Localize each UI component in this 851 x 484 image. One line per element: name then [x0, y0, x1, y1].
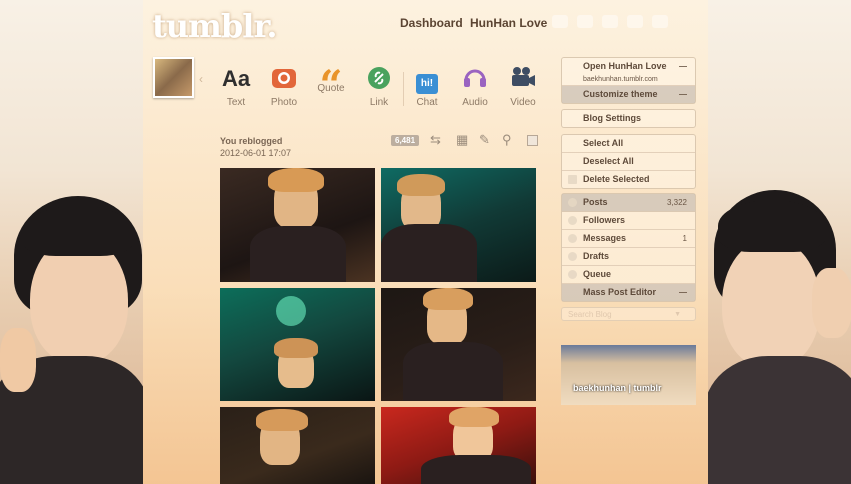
sidebar-item-posts[interactable]: Posts 3,322: [562, 194, 695, 212]
post-photo-3[interactable]: [220, 288, 375, 401]
post-type-label: Text: [226, 97, 246, 108]
post-photo-5[interactable]: [220, 407, 375, 484]
search-placeholder: Search Blog: [568, 310, 612, 319]
post-photo-6[interactable]: [381, 407, 536, 484]
post-type-chat[interactable]: hi! Chat: [405, 66, 449, 108]
post-type-link[interactable]: Link: [357, 66, 401, 108]
search-icon[interactable]: ⚲: [502, 133, 512, 146]
open-blog-label: Open HunHan Love: [583, 61, 667, 71]
sidebar-blog-box: Open HunHan Love — baekhunhan.tumblr.com…: [561, 57, 696, 104]
mass-post-editor-label: Mass Post Editor: [583, 287, 657, 297]
post-photo-1[interactable]: [220, 168, 375, 282]
chevron-left-icon: ‹: [199, 72, 203, 86]
likes-icon[interactable]: [602, 15, 618, 28]
sidebar-item-mass-post-editor[interactable]: Mass Post Editor —: [562, 284, 695, 301]
header-icon-bar: [552, 15, 668, 28]
post-type-label: Audio: [462, 97, 488, 108]
home-icon[interactable]: [552, 15, 568, 28]
post-date: 2012-06-01 17:07: [220, 148, 292, 158]
sidebar-item-queue[interactable]: Queue: [562, 266, 695, 284]
search-blog-input[interactable]: Search Blog ▼: [561, 307, 696, 321]
open-blog-link[interactable]: Open HunHan Love — baekhunhan.tumblr.com: [562, 58, 695, 86]
blog-settings-link[interactable]: Blog Settings: [561, 109, 696, 128]
post-type-label: Chat: [416, 97, 438, 108]
deselect-all-label: Deselect All: [583, 156, 634, 166]
divider: [403, 72, 404, 106]
collapse-icon[interactable]: —: [679, 86, 687, 103]
trash-icon[interactable]: ▦: [456, 133, 468, 146]
text-icon: Aa: [221, 66, 251, 91]
blog-settings-row: Blog Settings: [562, 110, 695, 127]
page-icon: [568, 175, 577, 184]
deselect-all-button[interactable]: Deselect All: [562, 153, 695, 171]
camera-icon: [262, 66, 306, 92]
sidebar-item-messages[interactable]: Messages 1: [562, 230, 695, 248]
messages-icon: [568, 234, 577, 243]
messages-label: Messages: [583, 233, 627, 243]
select-all-label: Select All: [583, 138, 624, 148]
reblog-status: You reblogged: [220, 136, 283, 146]
post-photo-2[interactable]: [381, 168, 536, 282]
followers-label: Followers: [583, 215, 626, 225]
video-camera-icon: [501, 66, 545, 92]
avatar[interactable]: [153, 57, 194, 98]
reblog-icon[interactable]: ⇆: [430, 133, 441, 146]
customize-theme-link[interactable]: Customize theme —: [562, 86, 695, 103]
queue-label: Queue: [583, 269, 612, 279]
drafts-icon: [568, 252, 577, 261]
select-post-checkbox[interactable]: [527, 135, 538, 146]
link-icon: [357, 66, 401, 92]
collapse-icon[interactable]: —: [679, 58, 687, 75]
post-type-label: Video: [510, 97, 536, 108]
posts-label: Posts: [583, 197, 608, 207]
post-type-audio[interactable]: Audio: [453, 66, 497, 108]
blog-banner[interactable]: baekhunhan | tumblr: [561, 345, 696, 405]
chat-icon: hi!: [405, 66, 449, 94]
post-type-quote[interactable]: “ Quote: [309, 66, 353, 106]
select-all-button[interactable]: Select All: [562, 135, 695, 153]
posts-icon: [568, 198, 577, 207]
collapse-icon[interactable]: —: [679, 284, 687, 301]
delete-selected-button[interactable]: Delete Selected: [562, 171, 695, 188]
inbox-icon[interactable]: [577, 15, 593, 28]
delete-selected-label: Delete Selected: [583, 174, 650, 184]
drafts-label: Drafts: [583, 251, 610, 261]
notes-count-badge[interactable]: 6,481: [391, 135, 420, 146]
post-type-text[interactable]: Aa Text: [214, 66, 258, 108]
post-type-label: Link: [369, 97, 389, 108]
followers-icon: [568, 216, 577, 225]
nav-dashboard-link[interactable]: Dashboard: [400, 16, 463, 30]
nav-blog-link[interactable]: HunHan Love: [470, 16, 547, 30]
sidebar-selection-box: Select All Deselect All Delete Selected: [561, 134, 696, 189]
tumblr-logo[interactable]: tumblr.: [152, 7, 277, 45]
post-type-label: Quote: [317, 83, 345, 94]
blog-settings-label: Blog Settings: [583, 113, 641, 123]
posts-count: 3,322: [666, 198, 687, 207]
chevron-down-icon[interactable]: ▼: [674, 308, 681, 321]
settings-icon[interactable]: [652, 15, 668, 28]
post-photo-4[interactable]: [381, 288, 536, 401]
headphones-icon: [453, 66, 497, 92]
edit-icon[interactable]: ✎: [479, 133, 490, 146]
post-type-video[interactable]: Video: [501, 66, 545, 108]
queue-icon: [568, 270, 577, 279]
sidebar-item-drafts[interactable]: Drafts: [562, 248, 695, 266]
post-type-label: Photo: [270, 97, 298, 108]
messages-count: 1: [682, 234, 687, 243]
customize-theme-label: Customize theme: [583, 89, 658, 99]
background-photo-left: [0, 0, 143, 484]
sidebar-item-followers[interactable]: Followers: [562, 212, 695, 230]
background-photo-right: [708, 0, 851, 484]
sidebar-stats-box: Posts 3,322 Followers Messages 1 Drafts …: [561, 193, 696, 302]
explore-icon[interactable]: [627, 15, 643, 28]
banner-caption: baekhunhan | tumblr: [573, 383, 662, 393]
post-type-photo[interactable]: Photo: [262, 66, 306, 108]
